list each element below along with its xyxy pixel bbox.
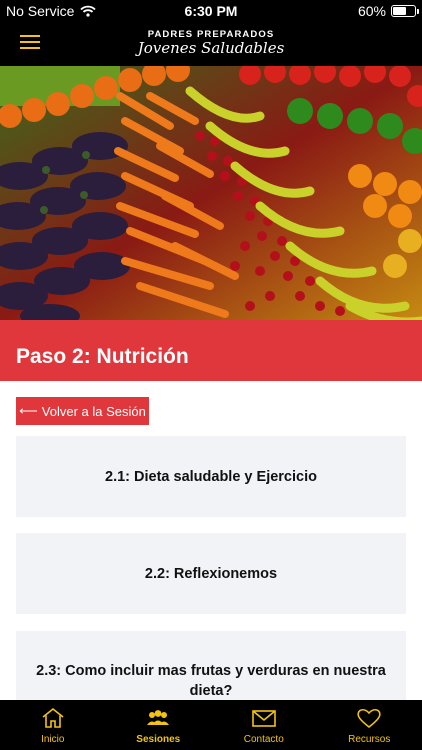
tab-sesiones[interactable]: Sesiones [106, 700, 212, 750]
lesson-card-label: 2.3: Como incluir mas frutas y verduras … [36, 663, 386, 699]
tab-inicio[interactable]: Inicio [0, 700, 106, 750]
status-bar: No Service 6:30 PM 60% [0, 0, 422, 22]
section-title: Paso 2: Nutrición [16, 345, 189, 368]
lesson-card-2-2[interactable]: 2.2: Reflexionemos [16, 533, 406, 614]
tab-label: Recursos [348, 734, 391, 745]
back-arrow-icon: ⟵ [19, 403, 38, 418]
tab-label: Inicio [41, 734, 65, 745]
status-right: 60% [357, 3, 419, 19]
tab-label: Contacto [243, 734, 284, 745]
home-icon [42, 707, 64, 728]
tab-label: Sesiones [136, 734, 181, 745]
tab-contacto[interactable]: Contacto [211, 700, 317, 750]
battery-percent: 60% [357, 3, 386, 19]
tab-recursos[interactable]: Recursos [317, 700, 422, 750]
battery-tip [417, 9, 419, 14]
back-to-session-button[interactable]: ⟵ Volver a la Sesión [16, 397, 149, 425]
battery-icon [391, 5, 419, 17]
battery-level [393, 7, 406, 15]
app-screen: No Service 6:30 PM 60% PADRES PREPARADOS… [0, 0, 422, 750]
produce-illustration [0, 66, 422, 320]
mail-icon [251, 710, 276, 727]
heart-icon [357, 708, 381, 729]
lesson-card-2-1[interactable]: 2.1: Dieta saludable y Ejercicio [16, 436, 406, 517]
hero-image [0, 66, 422, 320]
brand-logo: PADRES PREPARADOS Jovenes Saludables [0, 29, 422, 57]
back-button-label: Volver a la Sesión [41, 403, 146, 419]
group-icon [147, 710, 170, 725]
app-header: PADRES PREPARADOS Jovenes Saludables [0, 22, 422, 66]
brand-line-2: Jovenes Saludables [137, 39, 285, 57]
section-header: Paso 2: Nutrición [0, 320, 422, 381]
lesson-card-label: 2.1: Dieta saludable y Ejercicio [105, 468, 317, 485]
lesson-card-label: 2.2: Reflexionemos [144, 565, 278, 582]
bottom-tab-bar: Inicio Sesiones Contacto Recursos [0, 700, 422, 750]
